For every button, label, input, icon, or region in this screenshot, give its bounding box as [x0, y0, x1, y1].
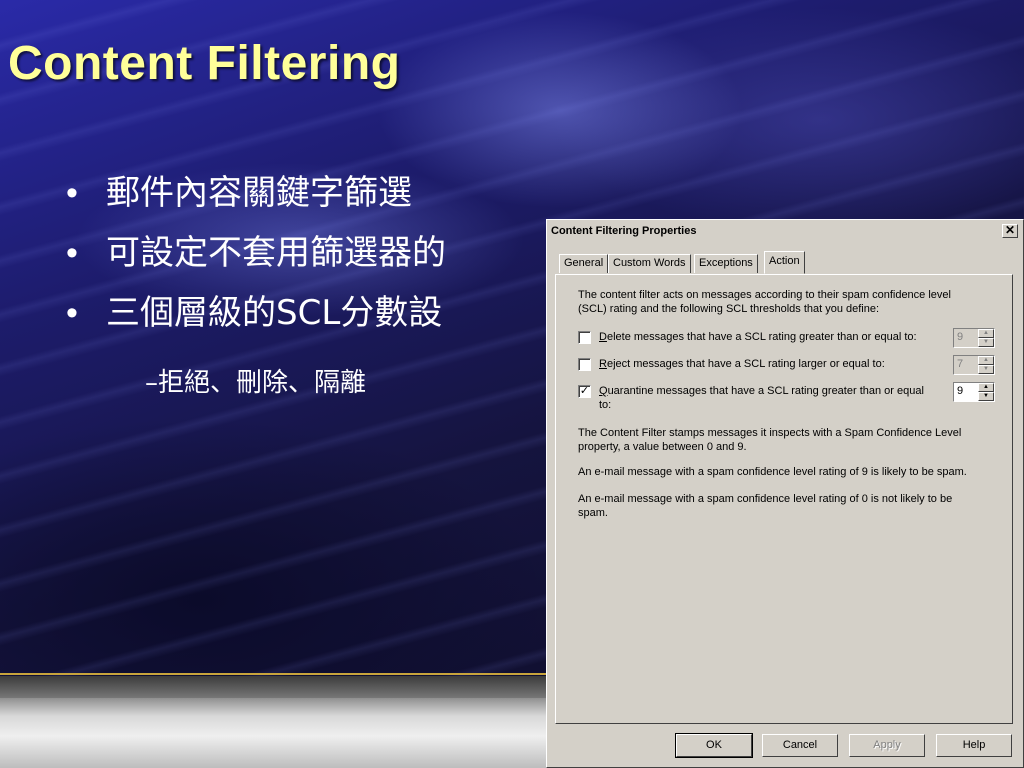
spam-unlikely-text: An e-mail message with a spam confidence… — [578, 493, 953, 519]
quarantine-scl-value[interactable]: 9 — [957, 385, 963, 397]
help-button[interactable]: Help — [936, 734, 1012, 757]
content-filtering-properties-dialog: Content Filtering Properties ✕ General C… — [546, 219, 1024, 768]
bullet-list: • 郵件內容關鍵字篩選 • 可設定不套用篩選器的 • 三個層級的SCL分數設 — [66, 170, 446, 350]
reject-scl-spinner: 7 ▲ ▼ — [953, 355, 995, 375]
dialog-title: Content Filtering Properties — [551, 225, 697, 237]
quarantine-option-label[interactable]: Quarantine messages that have a SCL rati… — [599, 384, 929, 412]
spin-up-icon[interactable]: ▲ — [978, 383, 994, 392]
action-tab-panel: The content filter acts on messages acco… — [555, 274, 1013, 724]
bullet-text: 可設定不套用篩選器的 — [106, 233, 446, 273]
quarantine-scl-spinner[interactable]: 9 ▲ ▼ — [953, 382, 995, 402]
tab-general[interactable]: General — [559, 254, 609, 273]
spin-up-icon: ▲ — [978, 356, 994, 365]
reject-option-label[interactable]: Reject messages that have a SCL rating l… — [599, 357, 929, 371]
spin-down-icon: ▼ — [978, 365, 994, 374]
tab-action[interactable]: Action — [764, 251, 805, 274]
delete-option-row: Delete messages that have a SCL rating g… — [578, 328, 998, 358]
quarantine-checkbox[interactable]: ✓ — [578, 385, 591, 398]
reject-checkbox[interactable] — [578, 358, 591, 371]
quarantine-option-row: ✓ Quarantine messages that have a SCL ra… — [578, 382, 998, 416]
ok-button[interactable]: OK — [675, 733, 753, 758]
bullet-text: 三個層級的SCL分數設 — [106, 293, 443, 333]
close-icon[interactable]: ✕ — [1002, 224, 1018, 238]
delete-scl-spinner: 9 ▲ ▼ — [953, 328, 995, 348]
spam-likely-text: An e-mail message with a spam confidence… — [578, 466, 967, 478]
delete-label-text: elete messages that have a SCL rating gr… — [606, 331, 917, 343]
bullet-item: • 可設定不套用篩選器的 — [66, 230, 446, 290]
intro-text: The content filter acts on messages acco… — [578, 289, 951, 315]
bullet-marker: • — [66, 174, 78, 212]
delete-scl-value: 9 — [957, 331, 964, 343]
bullet-item: • 郵件內容關鍵字篩選 — [66, 170, 446, 230]
delete-option-label[interactable]: Delete messages that have a SCL rating g… — [599, 330, 929, 344]
quarantine-label-text: uarantine messages that have a SCL ratin… — [599, 385, 924, 411]
bullet-marker: • — [66, 294, 78, 332]
bullet-item: • 三個層級的SCL分數設 — [66, 290, 446, 350]
spin-up-icon: ▲ — [978, 329, 994, 338]
reject-option-row: Reject messages that have a SCL rating l… — [578, 355, 998, 385]
spin-down-icon[interactable]: ▼ — [978, 392, 994, 401]
apply-button[interactable]: Apply — [849, 734, 925, 757]
reject-label-text: eject messages that have a SCL rating la… — [606, 358, 885, 370]
scl-info-text: The Content Filter stamps messages it in… — [578, 427, 962, 453]
sub-bullet: –拒絕、刪除、隔離 — [145, 368, 367, 398]
reject-accelerator: R — [599, 358, 607, 370]
delete-accelerator: D — [599, 331, 607, 343]
dialog-title-bar[interactable]: Content Filtering Properties ✕ — [549, 222, 1021, 242]
tab-custom-words[interactable]: Custom Words — [608, 254, 691, 273]
delete-checkbox[interactable] — [578, 331, 591, 344]
quarantine-accelerator: Q — [599, 385, 608, 397]
bullet-marker: • — [66, 234, 78, 272]
reject-scl-value: 7 — [957, 358, 964, 370]
spin-down-icon: ▼ — [978, 338, 994, 347]
bullet-text: 郵件內容關鍵字篩選 — [106, 173, 412, 213]
slide-title: Content Filtering — [8, 37, 401, 90]
tab-exceptions[interactable]: Exceptions — [694, 254, 758, 273]
cancel-button[interactable]: Cancel — [762, 734, 838, 757]
